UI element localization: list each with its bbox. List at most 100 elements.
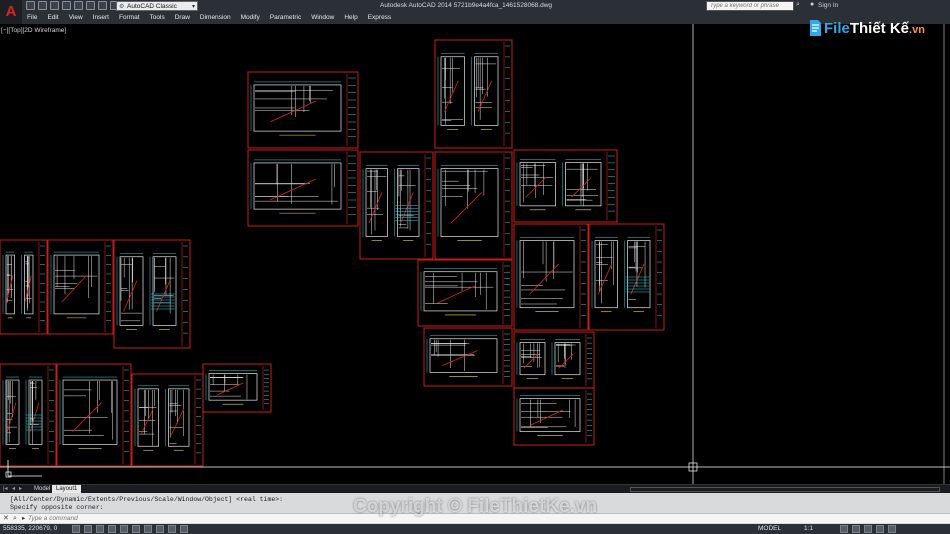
workspace-label: AutoCAD Classic <box>127 3 177 10</box>
redo-icon[interactable] <box>98 1 107 10</box>
search-input[interactable] <box>706 1 794 11</box>
drawing-sheet-frame <box>513 331 595 389</box>
drawing-canvas[interactable] <box>0 24 950 484</box>
section-mark <box>123 280 138 312</box>
plan-outline <box>519 342 546 376</box>
drawing-sheet-frame <box>247 149 359 227</box>
section-mark <box>171 408 185 435</box>
plan-outline <box>519 162 556 207</box>
new-file-icon[interactable] <box>26 1 35 10</box>
section-mark <box>437 285 477 304</box>
menu-dimension[interactable]: Dimension <box>195 12 236 24</box>
snap-toggle-icon[interactable] <box>72 525 80 533</box>
menu-view[interactable]: View <box>64 12 88 24</box>
section-mark <box>156 280 171 312</box>
otrack-toggle-icon[interactable] <box>132 525 140 533</box>
plan-outline <box>5 254 15 315</box>
section-mark <box>61 275 87 303</box>
autocad-window: ⚙ AutoCAD Classic ▾ Autodesk AutoCAD 201… <box>0 0 950 534</box>
open-folder-icon[interactable] <box>38 1 47 10</box>
chevron-down-icon: ▾ <box>191 4 195 10</box>
drawing-sheet-frame <box>513 223 589 331</box>
print-icon[interactable] <box>74 1 83 10</box>
user-icon[interactable]: ● <box>810 1 814 8</box>
viewport-controls[interactable]: [−][Top][2D Wireframe] <box>1 27 66 34</box>
menu-express[interactable]: Express <box>363 12 396 24</box>
coordinate-readout: 558335, 220679, 0 <box>3 525 58 532</box>
plan-outline <box>594 240 618 309</box>
isolate-objects-icon[interactable] <box>876 525 884 533</box>
drawing-sheet-frame <box>202 363 272 413</box>
drawing-sheet-frame <box>247 71 359 149</box>
autocad-logo[interactable]: A <box>0 0 22 24</box>
transparency-toggle-icon[interactable] <box>180 525 188 533</box>
brand-mark-icon <box>810 20 821 36</box>
drawing-sheet-frame <box>434 39 513 149</box>
undo-icon[interactable] <box>86 1 95 10</box>
menu-edit[interactable]: Edit <box>42 12 63 24</box>
command-window: [All/Center/Dynamic/Extents/Previous/Sca… <box>0 493 950 524</box>
drawing-sheet-frame <box>56 363 132 467</box>
menu-tools[interactable]: Tools <box>145 12 170 24</box>
clean-screen-icon[interactable] <box>888 525 896 533</box>
plan-outline <box>554 342 581 376</box>
binoculars-icon[interactable]: ⌕ <box>796 1 800 9</box>
prompt-icon: ▸ <box>22 515 26 522</box>
drawing-sheet-frame <box>423 327 513 387</box>
menu-window[interactable]: Window <box>306 12 339 24</box>
brand-watermark: FileThiết Kế.vn <box>808 10 925 46</box>
drawing-sheet-frame <box>434 151 513 260</box>
plan-outline <box>440 168 499 237</box>
dyn-toggle-icon[interactable] <box>156 525 164 533</box>
save-as-icon[interactable] <box>62 1 71 10</box>
brand-rest: Thiết Kế <box>849 19 910 37</box>
command-history-line: [All/Center/Dynamic/Extents/Previous/Sca… <box>10 496 284 503</box>
drawing-sheet-frame <box>417 259 513 327</box>
horizontal-scrollbar[interactable] <box>630 487 940 492</box>
ducs-toggle-icon[interactable] <box>144 525 152 533</box>
section-mark <box>450 192 482 224</box>
section-mark <box>597 263 612 295</box>
menu-format[interactable]: Format <box>114 12 145 24</box>
polar-toggle-icon[interactable] <box>108 525 116 533</box>
section-mark <box>571 177 592 198</box>
command-input[interactable] <box>28 514 728 523</box>
prev-tab-icon[interactable]: ◂ <box>12 485 15 493</box>
save-icon[interactable] <box>50 1 59 10</box>
quick-access-toolbar <box>26 1 119 11</box>
lineweight-toggle-icon[interactable] <box>168 525 176 533</box>
osnap-toggle-icon[interactable] <box>120 525 128 533</box>
first-tab-icon[interactable]: |◂ <box>3 485 8 493</box>
menu-parametric[interactable]: Parametric <box>265 12 306 24</box>
hardware-accel-icon[interactable] <box>864 525 872 533</box>
model-space-button[interactable]: MODEL <box>758 524 781 534</box>
status-tray <box>840 525 896 533</box>
lock-icon[interactable] <box>852 525 860 533</box>
menu-draw[interactable]: Draw <box>170 12 195 24</box>
command-history-line: Specify opposite corner: <box>10 504 104 511</box>
brand-domain: .vn <box>909 23 925 36</box>
command-history: [All/Center/Dynamic/Extents/Previous/Sca… <box>10 496 283 512</box>
drawing-sheet-frame <box>131 373 204 467</box>
brand-file: File <box>824 19 850 37</box>
section-mark <box>444 80 459 112</box>
section-mark <box>270 100 316 123</box>
window-title: Autodesk AutoCAD 2014 5721b9e4a4fca_1461… <box>380 2 553 9</box>
ortho-toggle-icon[interactable] <box>96 525 104 533</box>
workspace-switch-icon[interactable] <box>840 525 848 533</box>
menu-modify[interactable]: Modify <box>236 12 265 24</box>
drawing-viewport[interactable]: [−][Top][2D Wireframe] <box>0 24 950 484</box>
annotation-scale-button[interactable]: 1:1 <box>804 524 813 534</box>
section-mark <box>523 353 539 369</box>
customize-icon[interactable]: ⌕ <box>13 514 17 524</box>
workspace-dropdown[interactable]: ⚙ AutoCAD Classic ▾ <box>116 1 198 11</box>
menu-insert[interactable]: Insert <box>88 12 114 24</box>
command-line: ✕ ⌕ ▸ <box>0 513 950 523</box>
grid-toggle-icon[interactable] <box>84 525 92 533</box>
layout-tab-bar: |◂ ◂ ▸ Model Layout1 <box>0 484 950 494</box>
close-icon[interactable]: ✕ <box>3 514 9 524</box>
menu-help[interactable]: Help <box>339 12 362 24</box>
plan-outline <box>152 256 177 326</box>
menu-file[interactable]: File <box>22 12 42 24</box>
next-tab-icon[interactable]: ▸ <box>19 485 22 493</box>
